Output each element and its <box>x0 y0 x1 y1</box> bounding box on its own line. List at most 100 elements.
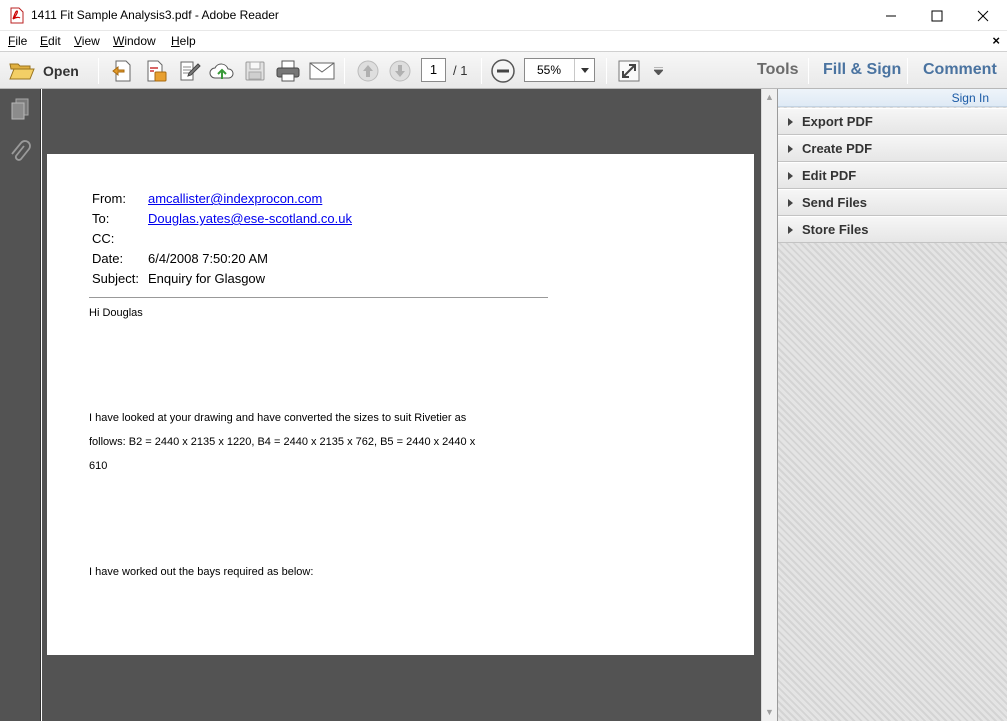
envelope-icon <box>309 62 335 80</box>
maximize-icon <box>931 10 943 21</box>
minimize-icon <box>886 15 896 16</box>
body-line: Hi Douglas <box>89 307 143 319</box>
close-icon <box>977 10 989 21</box>
pdf-file-icon <box>10 7 24 24</box>
print-button[interactable] <box>274 57 302 85</box>
zoom-out-button[interactable] <box>490 57 516 85</box>
toolbar-separator <box>481 58 482 84</box>
open-button[interactable]: Open <box>9 57 79 85</box>
menu-file[interactable]: File <box>8 34 27 48</box>
edit-pdf-button[interactable] <box>177 57 203 85</box>
panel-label: Create PDF <box>802 141 873 156</box>
date-value: 6/4/2008 7:50:20 AM <box>148 251 268 266</box>
zoom-select[interactable]: 55% <box>524 58 595 82</box>
document-viewport[interactable]: From: amcallister@indexprocon.com To: Do… <box>42 89 761 721</box>
zoom-dropdown-button[interactable] <box>574 59 594 81</box>
panel-send-files[interactable]: Send Files <box>778 189 1007 216</box>
tools-tab[interactable]: Tools <box>757 61 798 79</box>
chevron-down-icon <box>580 67 589 73</box>
sign-in-link[interactable]: Sign In <box>952 91 989 105</box>
scroll-down-icon[interactable]: ▼ <box>765 707 774 717</box>
from-label: From: <box>92 191 126 206</box>
email-button[interactable] <box>308 57 336 85</box>
close-button[interactable] <box>960 0 1006 31</box>
subject-label: Subject: <box>92 271 139 286</box>
create-pdf-button[interactable] <box>110 57 136 85</box>
menu-view[interactable]: View <box>74 34 100 48</box>
body-line: 610 <box>89 460 108 472</box>
from-email-link[interactable]: amcallister@indexprocon.com <box>148 191 322 206</box>
to-label: To: <box>92 211 110 226</box>
maximize-button[interactable] <box>914 0 960 31</box>
close-document-icon[interactable]: × <box>992 33 1000 48</box>
body-line: I have looked at your drawing and have c… <box>89 412 467 424</box>
header-divider <box>89 297 548 298</box>
menu-edit[interactable]: Edit <box>40 34 61 48</box>
cc-label: CC: <box>92 231 115 246</box>
menu-bar: File Edit View Window Help × <box>0 31 1007 51</box>
panel-label: Send Files <box>802 195 868 210</box>
window-title: 1411 Fit Sample Analysis3.pdf - Adobe Re… <box>31 8 279 22</box>
expand-icon <box>618 60 640 82</box>
toolbar-options-button[interactable] <box>651 57 665 85</box>
panel-edit-pdf[interactable]: Edit PDF <box>778 162 1007 189</box>
previous-page-button[interactable] <box>355 57 381 85</box>
vertical-scrollbar[interactable]: ▲ ▼ <box>761 89 777 721</box>
panel-export-pdf[interactable]: Export PDF <box>778 108 1007 135</box>
arrow-up-circle-icon <box>357 60 379 82</box>
sign-in-bar: Sign In <box>778 89 1007 107</box>
next-page-button[interactable] <box>387 57 413 85</box>
navigation-pane <box>0 89 41 721</box>
zoom-value: 55% <box>537 63 562 77</box>
triangle-right-icon <box>788 226 793 234</box>
minimize-button[interactable] <box>868 0 914 31</box>
save-button[interactable] <box>242 57 268 85</box>
task-pane: Sign In Export PDF Create PDF Edit PDF S… <box>777 89 1007 721</box>
title-bar: 1411 Fit Sample Analysis3.pdf - Adobe Re… <box>0 0 1007 31</box>
menu-window[interactable]: Window <box>113 34 156 48</box>
attachment-paperclip-icon[interactable] <box>9 140 31 164</box>
triangle-right-icon <box>788 172 793 180</box>
fill-sign-tab[interactable]: Fill & Sign <box>823 61 901 79</box>
arrow-down-circle-icon <box>389 60 411 82</box>
cloud-upload-icon <box>209 63 234 79</box>
triangle-right-icon <box>788 145 793 153</box>
comment-tab[interactable]: Comment <box>923 61 997 79</box>
chevron-down-icon <box>653 67 663 75</box>
toolbar-separator <box>808 58 809 84</box>
page-total: / 1 <box>453 63 468 78</box>
pdf-convert-icon <box>147 60 167 82</box>
edit-document-icon <box>180 61 201 81</box>
body-line: I have worked out the bays required as b… <box>89 566 314 578</box>
panel-store-files[interactable]: Store Files <box>778 216 1007 243</box>
upload-cloud-button[interactable] <box>209 57 235 85</box>
date-label: Date: <box>92 251 124 266</box>
minus-circle-icon <box>491 59 515 83</box>
create-document-icon <box>112 60 131 82</box>
panel-label: Store Files <box>802 222 869 237</box>
page-number-input[interactable]: 1 <box>421 58 446 82</box>
full-screen-button[interactable] <box>617 57 641 85</box>
printer-icon <box>276 60 300 82</box>
toolbar: Open 1 / 1 55% Tools Fill & Sign Comment <box>0 51 1007 89</box>
menu-help[interactable]: Help <box>171 34 196 48</box>
to-email-link[interactable]: Douglas.yates@ese-scotland.co.uk <box>148 211 352 226</box>
page-thumbnails-icon[interactable] <box>9 97 31 121</box>
panel-label: Export PDF <box>802 114 873 129</box>
open-label: Open <box>43 63 79 79</box>
folder-open-icon <box>9 63 35 80</box>
triangle-right-icon <box>788 118 793 126</box>
toolbar-separator <box>606 58 607 84</box>
save-icon <box>245 61 265 81</box>
toolbar-separator <box>907 58 908 84</box>
body-line: follows: B2 = 2440 x 2135 x 1220, B4 = 2… <box>89 436 476 448</box>
subject-value: Enquiry for Glasgow <box>148 271 266 286</box>
panel-create-pdf[interactable]: Create PDF <box>778 135 1007 162</box>
panel-label: Edit PDF <box>802 168 857 183</box>
scroll-up-icon[interactable]: ▲ <box>765 92 774 102</box>
pdf-page: From: amcallister@indexprocon.com To: Do… <box>47 154 754 655</box>
toolbar-separator <box>98 58 99 84</box>
convert-pdf-button[interactable] <box>143 57 169 85</box>
triangle-right-icon <box>788 199 793 207</box>
toolbar-separator <box>344 58 345 84</box>
